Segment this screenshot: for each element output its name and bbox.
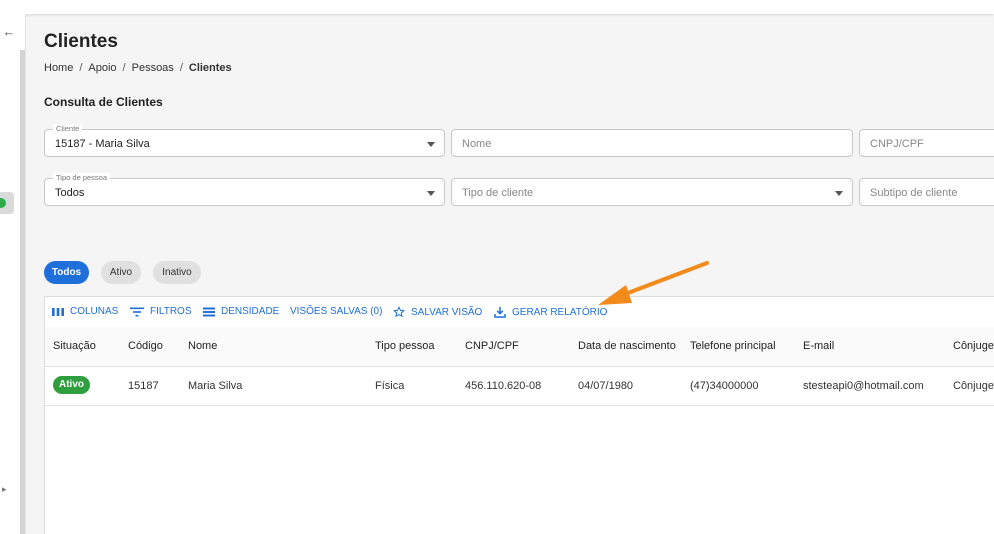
cliente-label: Cliente bbox=[53, 124, 83, 133]
cell-data-nascimento: 04/07/1980 bbox=[578, 380, 634, 392]
filters-button[interactable]: FILTROS bbox=[130, 306, 191, 317]
subtipo-cliente-placeholder: Subtipo de cliente bbox=[870, 187, 958, 199]
filter-icon bbox=[130, 307, 144, 317]
tipo-cliente-placeholder: Tipo de cliente bbox=[462, 187, 534, 199]
column-header-situacao[interactable]: Situação bbox=[53, 340, 96, 352]
cell-tipo-pessoa: Física bbox=[375, 380, 405, 392]
subtipo-cliente-select[interactable]: Subtipo de cliente bbox=[859, 178, 994, 206]
breadcrumb-separator: / bbox=[79, 62, 83, 74]
breadcrumb-apoio[interactable]: Apoio bbox=[88, 62, 116, 74]
cell-email: stesteapi0@hotmail.com bbox=[803, 380, 924, 392]
cell-conjuge: Cônjuge bbox=[953, 380, 994, 392]
column-header-telefone[interactable]: Telefone principal bbox=[690, 340, 776, 352]
column-header-nome[interactable]: Nome bbox=[188, 340, 217, 352]
columns-label: COLUNAS bbox=[70, 306, 119, 317]
top-bar bbox=[0, 0, 994, 14]
tab-todos[interactable]: Todos bbox=[44, 261, 89, 284]
column-header-cnpj-cpf[interactable]: CNPJ/CPF bbox=[465, 340, 519, 352]
breadcrumb-separator: / bbox=[122, 62, 126, 74]
nome-placeholder: Nome bbox=[462, 138, 492, 150]
tipo-pessoa-select[interactable]: Tipo de pessoa Todos bbox=[44, 173, 445, 206]
page-title: Clientes bbox=[44, 31, 118, 52]
density-icon bbox=[203, 307, 215, 317]
nome-input[interactable]: Nome bbox=[451, 129, 853, 157]
save-view-button[interactable]: SALVAR VISÃO bbox=[393, 306, 482, 318]
breadcrumb: Home / Apoio / Pessoas / Clientes bbox=[44, 62, 232, 74]
columns-button[interactable]: COLUNAS bbox=[52, 306, 118, 317]
cell-telefone: (47)34000000 bbox=[690, 380, 759, 392]
saved-views-button[interactable]: VISÕES SALVAS (0) bbox=[290, 306, 382, 317]
breadcrumb-home[interactable]: Home bbox=[44, 62, 73, 74]
clients-table: COLUNAS FILTROS DENSIDADE VISÕES SALVAS … bbox=[44, 296, 994, 534]
tab-inativo[interactable]: Inativo bbox=[153, 261, 201, 284]
status-badge: Ativo bbox=[53, 376, 90, 394]
tipo-pessoa-value: Todos bbox=[55, 187, 85, 199]
breadcrumb-current: Clientes bbox=[188, 62, 232, 74]
column-header-email[interactable]: E-mail bbox=[803, 340, 834, 352]
cliente-value: 15187 - Maria Silva bbox=[55, 138, 150, 150]
density-button[interactable]: DENSIDADE bbox=[203, 306, 279, 317]
caret-down-icon bbox=[427, 142, 435, 147]
table-header-row: Situação Código Nome Tipo pessoa CNPJ/CP… bbox=[45, 327, 994, 367]
columns-icon bbox=[52, 307, 64, 317]
breadcrumb-separator: / bbox=[179, 62, 183, 74]
collapse-sidebar-icon[interactable]: ← bbox=[0, 22, 18, 42]
column-header-data-nascimento[interactable]: Data de nascimento bbox=[578, 340, 676, 352]
cell-codigo: 15187 bbox=[128, 380, 159, 392]
section-title: Consulta de Clientes bbox=[44, 95, 163, 109]
saved-views-label: VISÕES SALVAS (0) bbox=[290, 306, 383, 317]
caret-down-icon bbox=[427, 191, 435, 196]
column-header-codigo[interactable]: Código bbox=[128, 340, 163, 352]
table-row[interactable]: Ativo 15187 Maria Silva Física 456.110.6… bbox=[45, 367, 994, 406]
tipo-pessoa-label: Tipo de pessoa bbox=[53, 173, 111, 182]
column-header-tipo-pessoa[interactable]: Tipo pessoa bbox=[375, 340, 435, 352]
density-label: DENSIDADE bbox=[221, 306, 280, 317]
tipo-cliente-select[interactable]: Tipo de cliente bbox=[451, 178, 853, 206]
cnpj-cpf-placeholder: CNPJ/CPF bbox=[870, 138, 924, 150]
breadcrumb-pessoas[interactable]: Pessoas bbox=[132, 62, 174, 74]
chevron-right-icon[interactable]: ▸ bbox=[2, 484, 7, 495]
cell-nome: Maria Silva bbox=[188, 380, 243, 392]
cliente-select[interactable]: Cliente 15187 - Maria Silva bbox=[44, 124, 445, 157]
download-icon bbox=[494, 306, 506, 318]
save-view-label: SALVAR VISÃO bbox=[411, 306, 483, 318]
column-header-conjuge[interactable]: Cônjuge bbox=[953, 340, 994, 352]
tab-ativo[interactable]: Ativo bbox=[101, 261, 141, 284]
cnpj-cpf-input[interactable]: CNPJ/CPF bbox=[859, 129, 994, 157]
filters-label: FILTROS bbox=[150, 306, 192, 317]
table-toolbar: COLUNAS FILTROS DENSIDADE VISÕES SALVAS … bbox=[45, 297, 994, 327]
annotation-arrow-icon bbox=[598, 261, 709, 305]
star-icon bbox=[393, 306, 405, 318]
sidebar-scrollbar[interactable] bbox=[20, 50, 25, 534]
caret-down-icon bbox=[835, 191, 843, 196]
cell-cnpj-cpf: 456.110.620-08 bbox=[465, 380, 542, 392]
sidebar: ← ▸ bbox=[0, 14, 26, 534]
